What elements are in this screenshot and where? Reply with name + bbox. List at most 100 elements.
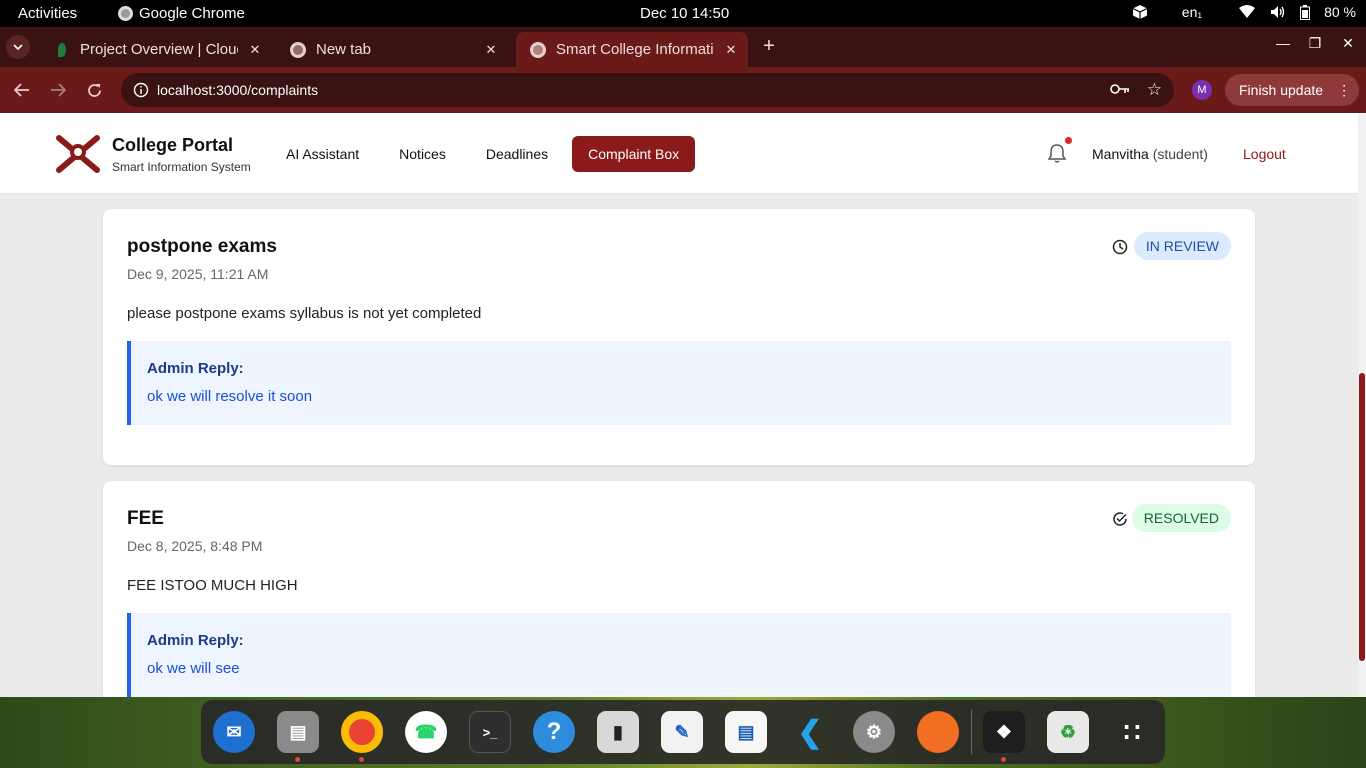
wifi-icon xyxy=(1239,5,1256,18)
admin-reply-text: ok we will resolve it soon xyxy=(147,388,313,405)
close-window-button[interactable]: ✕ xyxy=(1338,35,1358,52)
bell-icon xyxy=(1047,144,1067,163)
main-nav: AI Assistant Notices Deadlines Complaint… xyxy=(270,136,696,172)
check-circle-icon xyxy=(1113,512,1127,526)
close-tab-icon[interactable]: ✕ xyxy=(724,42,738,58)
battery-percent: 80 % xyxy=(1324,4,1356,20)
tab-title: New tab xyxy=(316,41,372,58)
bookmark-star-icon[interactable]: ☆ xyxy=(1147,80,1162,100)
tab-smart-college[interactable]: Smart College Information ✕ xyxy=(516,32,748,67)
arrow-left-icon xyxy=(14,83,29,97)
notification-dot xyxy=(1065,137,1072,144)
site-header: College Portal Smart Information System … xyxy=(0,113,1358,194)
firefox-icon[interactable] xyxy=(917,711,959,753)
new-tab-button[interactable]: + xyxy=(758,35,780,58)
nav-deadlines[interactable]: Deadlines xyxy=(470,136,564,172)
kebab-menu-icon: ⋮ xyxy=(1337,81,1352,98)
battery-icon xyxy=(1300,4,1311,20)
tab-strip: Project Overview | Cloud ✕ New tab ✕ Sma… xyxy=(0,27,1366,67)
settings-icon[interactable]: ⚙ xyxy=(853,711,895,753)
running-indicator xyxy=(1001,757,1006,762)
forward-button[interactable] xyxy=(47,79,69,101)
app-name: Google Chrome xyxy=(139,5,245,22)
url-text[interactable]: localhost:3000/complaints xyxy=(157,82,318,98)
complaint-body: please postpone exams syllabus is not ye… xyxy=(127,305,482,322)
volume-icon xyxy=(1271,6,1285,18)
vscode-icon[interactable]: ❮ xyxy=(789,711,831,753)
profile-avatar[interactable]: M xyxy=(1192,80,1212,100)
tab-title: Smart College Information xyxy=(556,41,714,58)
finish-update-button[interactable]: Finish update ⋮ xyxy=(1225,74,1359,106)
chevron-down-icon xyxy=(13,44,23,50)
browser-toolbar: localhost:3000/complaints ☆ M Finish upd… xyxy=(0,67,1366,113)
chrome-small-icon xyxy=(118,6,133,21)
box-icon[interactable]: ❖ xyxy=(983,711,1025,762)
page-viewport: College Portal Smart Information System … xyxy=(0,113,1358,697)
nav-ai-assistant[interactable]: AI Assistant xyxy=(270,136,375,172)
complaint-date: Dec 9, 2025, 11:21 AM xyxy=(127,266,269,282)
user-info: Manvitha (student) xyxy=(1092,146,1208,162)
thunderbird-icon[interactable]: ✉ xyxy=(213,711,255,753)
running-indicator xyxy=(359,757,364,762)
chrome-icon[interactable] xyxy=(341,711,383,762)
system-top-bar: Activities Google Chrome Dec 10 14:50 en… xyxy=(0,0,1366,27)
app-menu[interactable]: Google Chrome xyxy=(118,5,245,22)
arrow-right-icon xyxy=(51,83,66,97)
admin-reply-text: ok we will see xyxy=(147,660,240,677)
brand-title[interactable]: College Portal xyxy=(112,135,233,156)
dock: ✉ ▤ ☎ >_ ? ▮ ✎ ▤ ❮ ⚙ ❖ ♻ ∷ xyxy=(201,700,1165,764)
address-bar[interactable]: localhost:3000/complaints ☆ xyxy=(121,73,1174,107)
chrome-tab-icon xyxy=(290,41,306,58)
complaint-date: Dec 8, 2025, 8:48 PM xyxy=(127,538,263,554)
college-logo-icon xyxy=(56,135,100,173)
globe-icon xyxy=(530,41,546,58)
complaint-card: postpone exams Dec 9, 2025, 11:21 AM IN … xyxy=(103,209,1255,465)
writer-icon[interactable]: ▤ xyxy=(725,711,767,753)
notifications-button[interactable] xyxy=(1047,137,1072,168)
complaint-title: postpone exams xyxy=(127,236,277,257)
user-role: (student) xyxy=(1152,146,1208,162)
status-badge: IN REVIEW xyxy=(1133,232,1231,260)
admin-reply: Admin Reply: ok we will resolve it soon xyxy=(127,341,1231,425)
tab-search-button[interactable] xyxy=(6,35,30,59)
app-center-icon[interactable]: ▮ xyxy=(597,711,639,753)
minimize-button[interactable]: — xyxy=(1273,35,1293,51)
complaint-body: FEE ISTOO MUCH HIGH xyxy=(127,577,298,594)
running-indicator xyxy=(295,757,300,762)
page-scrollbar[interactable] xyxy=(1358,113,1366,697)
nav-complaint-box[interactable]: Complaint Box xyxy=(572,136,696,172)
mongodb-leaf-icon xyxy=(58,42,66,57)
finish-update-label: Finish update xyxy=(1239,82,1324,98)
keyboard-layout: en₁ xyxy=(1181,4,1203,20)
brand-subtitle: Smart Information System xyxy=(112,160,251,174)
app-grid-icon[interactable]: ∷ xyxy=(1111,711,1153,753)
whatsapp-icon[interactable]: ☎ xyxy=(405,711,447,753)
tab-new-tab[interactable]: New tab ✕ xyxy=(276,32,508,67)
close-tab-icon[interactable]: ✕ xyxy=(484,42,498,58)
nav-notices[interactable]: Notices xyxy=(383,136,462,172)
maximize-button[interactable]: ❐ xyxy=(1305,35,1325,52)
tab-project-overview[interactable]: Project Overview | Cloud ✕ xyxy=(40,32,272,67)
tab-title: Project Overview | Cloud xyxy=(80,41,238,58)
terminal-icon[interactable]: >_ xyxy=(469,711,511,753)
reload-icon xyxy=(87,83,101,97)
text-editor-icon[interactable]: ✎ xyxy=(661,711,703,753)
back-button[interactable] xyxy=(11,79,33,101)
files-icon[interactable]: ▤ xyxy=(277,711,319,762)
admin-reply: Admin Reply: ok we will see xyxy=(127,613,1231,697)
complaint-card: FEE Dec 8, 2025, 8:48 PM RESOLVED FEE IS… xyxy=(103,481,1255,697)
activities-button[interactable]: Activities xyxy=(18,5,77,22)
help-icon[interactable]: ? xyxy=(533,711,575,753)
scrollbar-thumb[interactable] xyxy=(1359,373,1365,661)
site-info-icon[interactable] xyxy=(133,82,149,98)
trash-icon[interactable]: ♻ xyxy=(1047,711,1089,753)
logout-link[interactable]: Logout xyxy=(1243,146,1286,162)
admin-reply-label: Admin Reply: xyxy=(147,632,244,649)
system-tray[interactable]: en₁ 80 % xyxy=(1132,4,1356,20)
password-key-icon[interactable] xyxy=(1110,82,1130,96)
clock[interactable]: Dec 10 14:50 xyxy=(640,5,729,22)
reload-button[interactable] xyxy=(83,79,105,101)
user-name: Manvitha xyxy=(1092,146,1149,162)
close-tab-icon[interactable]: ✕ xyxy=(248,42,262,58)
status-badge: RESOLVED xyxy=(1131,504,1231,532)
